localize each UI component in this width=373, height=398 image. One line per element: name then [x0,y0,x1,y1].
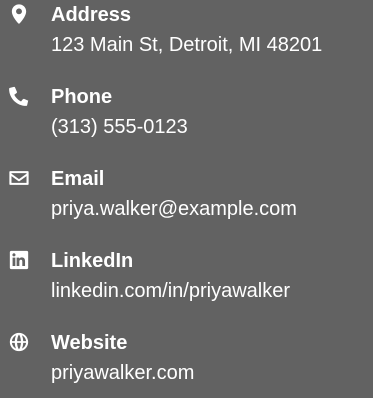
website-label: Website [51,332,128,354]
phone-label: Phone [51,86,113,108]
linkedin-icon [8,249,30,271]
address-label: Address [51,4,132,26]
website-link[interactable]: priyawalker.com [51,361,194,385]
linkedin-label: LinkedIn [51,250,134,272]
contact-item-website: Website priyawalker.com [0,328,373,398]
linkedin-link[interactable]: linkedin.com/in/priyawalker [51,279,290,303]
globe-icon [8,331,30,353]
phone-link[interactable]: (313) 555-0123 [51,115,188,139]
address-value: 123 Main St, Detroit, MI 48201 [51,34,323,56]
map-marker-icon [8,3,30,25]
envelope-icon [8,167,30,189]
contact-list: Address 123 Main St, Detroit, MI 48201 P… [0,0,373,385]
contact-item-address: Address 123 Main St, Detroit, MI 48201 [0,0,373,70]
contact-item-linkedin: LinkedIn linkedin.com/in/priyawalker [0,246,373,316]
email-link[interactable]: priya.walker@example.com [51,197,297,221]
phone-icon [8,85,30,107]
email-label: Email [51,168,105,190]
contact-item-phone: Phone (313) 555-0123 [0,82,373,152]
contact-item-email: Email priya.walker@example.com [0,164,373,234]
